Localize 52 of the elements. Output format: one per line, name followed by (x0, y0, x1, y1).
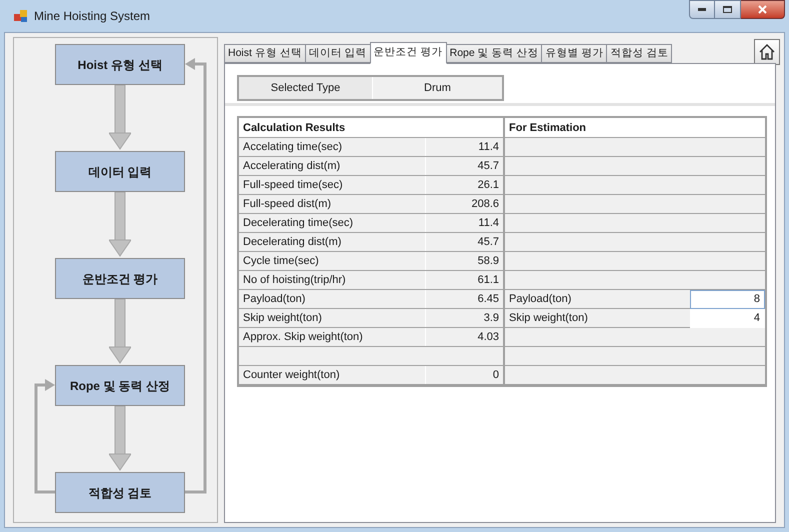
table-cell: 58.9 (426, 252, 503, 270)
table-cell: 26.1 (426, 176, 503, 194)
field-label: Selected Type (239, 77, 373, 99)
down-arrow-icon (109, 85, 131, 151)
table-cell: Accelating time(sec) (239, 138, 426, 156)
table-cell: No of hoisting(trip/hr) (239, 271, 426, 289)
table-cell: Full-speed dist(m) (239, 195, 426, 213)
close-button[interactable] (741, 0, 785, 19)
flow-step[interactable]: 운반조건 평가 (55, 258, 185, 299)
table-cell: Full-speed time(sec) (239, 176, 426, 194)
table-cell: 11.4 (426, 214, 503, 232)
table-cell: 61.1 (426, 271, 503, 289)
tab[interactable]: 데이터 입력 (304, 44, 371, 63)
tab[interactable]: Rope 및 동력 산정 (446, 44, 542, 63)
table-cell: 45.7 (426, 233, 503, 251)
flow-step[interactable]: Rope 및 동력 산정 (55, 365, 185, 406)
down-arrow-icon (109, 192, 131, 258)
table-cell: Accelerating dist(m) (239, 157, 426, 175)
window-title: Mine Hoisting System (34, 8, 150, 25)
table-cell: Decelerating time(sec) (239, 214, 426, 232)
table-cell: 6.45 (426, 290, 503, 308)
home-button[interactable] (754, 39, 780, 65)
table-cell: 3.9 (426, 309, 503, 327)
down-arrow-icon (109, 406, 131, 472)
table-cell: Counter weight(ton) (239, 366, 426, 384)
input-field[interactable]: 8 (690, 290, 765, 309)
table-cell: Cycle time(sec) (239, 252, 426, 270)
flow-step[interactable]: 적합성 검토 (55, 472, 185, 513)
maximize-button[interactable] (715, 0, 741, 19)
flow-step[interactable]: 데이터 입력 (55, 151, 185, 192)
table-cell: 0 (426, 366, 503, 384)
app-icon (14, 9, 28, 23)
tab[interactable]: 적합성 검토 (606, 44, 672, 63)
field-label: Payload(ton) (505, 290, 690, 309)
table-cell: Skip weight(ton) (239, 309, 426, 327)
down-arrow-icon (109, 299, 131, 365)
tab[interactable]: 유형별 평가 (541, 44, 608, 63)
close-icon (758, 5, 767, 14)
table-cell: 4.03 (426, 328, 503, 346)
table-cell: Payload(ton) (239, 290, 426, 308)
field-label: Skip weight(ton) (505, 309, 690, 328)
selected-type-value: Drum (373, 77, 502, 99)
table-cell: 11.4 (426, 138, 503, 156)
tab[interactable]: Hoist 유형 선택 (224, 44, 306, 63)
tab[interactable]: 운반조건 평가 (370, 42, 447, 64)
table-cell: 208.6 (426, 195, 503, 213)
home-icon (758, 43, 776, 61)
minimize-button[interactable] (689, 0, 715, 19)
table-cell: Decelerating dist(m) (239, 233, 426, 251)
flow-step[interactable]: Hoist 유형 선택 (55, 44, 185, 85)
table-cell: 45.7 (426, 157, 503, 175)
table-cell: Approx. Skip weight(ton) (239, 328, 426, 346)
